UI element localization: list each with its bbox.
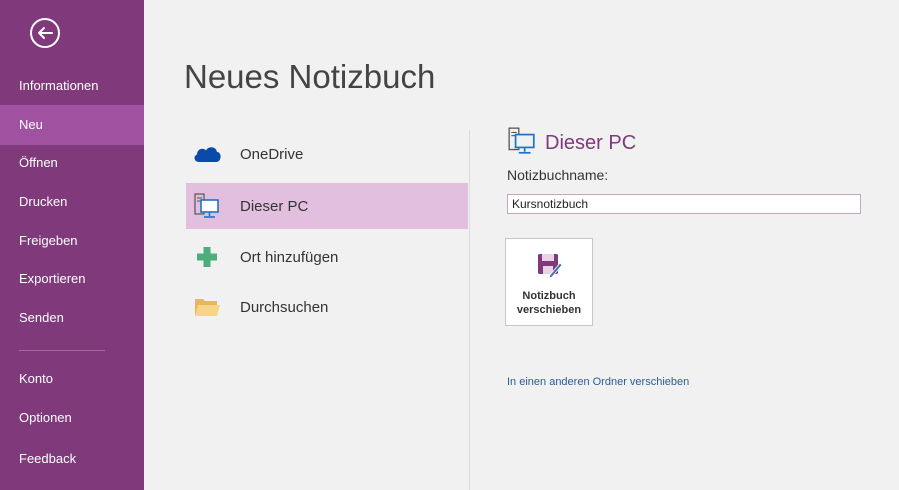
- panel-divider: [469, 130, 470, 490]
- folder-icon: [192, 292, 222, 322]
- back-arrow-circle-icon: [38, 27, 53, 39]
- nav-item-feedback[interactable]: Feedback: [0, 439, 144, 479]
- plus-icon: [192, 242, 222, 272]
- location-dieser-pc[interactable]: Dieser PC: [186, 183, 468, 229]
- page-title: Neues Notizbuch: [184, 58, 436, 95]
- nav-item-exportieren[interactable]: Exportieren: [0, 259, 144, 299]
- location-ort-hinzufuegen[interactable]: Ort hinzufügen: [186, 234, 468, 280]
- location-label: Durchsuchen: [240, 298, 329, 316]
- nav-item-drucken[interactable]: Drucken: [0, 182, 144, 222]
- nav-item-konto[interactable]: Konto: [0, 359, 144, 399]
- nav-item-freigeben[interactable]: Freigeben: [0, 221, 144, 261]
- location-heading-label: Dieser PC: [545, 132, 637, 154]
- nav-item-senden[interactable]: Senden: [0, 298, 144, 338]
- location-label: Dieser PC: [240, 197, 309, 215]
- backstage-view: Informationen Neu Öffnen Drucken Freigeb…: [0, 0, 899, 490]
- location-label: OneDrive: [240, 145, 304, 163]
- sidebar: Informationen Neu Öffnen Drucken Freigeb…: [0, 0, 144, 490]
- cloud-icon: [192, 139, 222, 169]
- move-to-other-folder-link[interactable]: In einen anderen Ordner verschieben: [507, 376, 689, 388]
- location-heading: Dieser PC: [507, 126, 636, 161]
- nav-item-informationen[interactable]: Informationen: [0, 66, 144, 106]
- location-durchsuchen[interactable]: Durchsuchen: [186, 284, 468, 330]
- move-notebook-button[interactable]: Notizbuch verschieben: [505, 238, 593, 326]
- computer-icon: [192, 191, 222, 221]
- nav-item-neu[interactable]: Neu: [0, 105, 144, 145]
- notebook-name-input[interactable]: [507, 194, 861, 214]
- nav-item-oeffnen[interactable]: Öffnen: [0, 143, 144, 183]
- location-label: Ort hinzufügen: [240, 248, 339, 266]
- location-onedrive[interactable]: OneDrive: [186, 131, 468, 177]
- save-pen-icon: [535, 251, 563, 284]
- back-button[interactable]: [30, 18, 60, 48]
- sidebar-divider: [19, 350, 105, 351]
- notebook-name-label: Notizbuchname:: [507, 167, 609, 183]
- move-notebook-label: Notizbuch verschieben: [516, 290, 582, 316]
- nav-item-optionen[interactable]: Optionen: [0, 398, 144, 438]
- computer-icon: [507, 126, 537, 161]
